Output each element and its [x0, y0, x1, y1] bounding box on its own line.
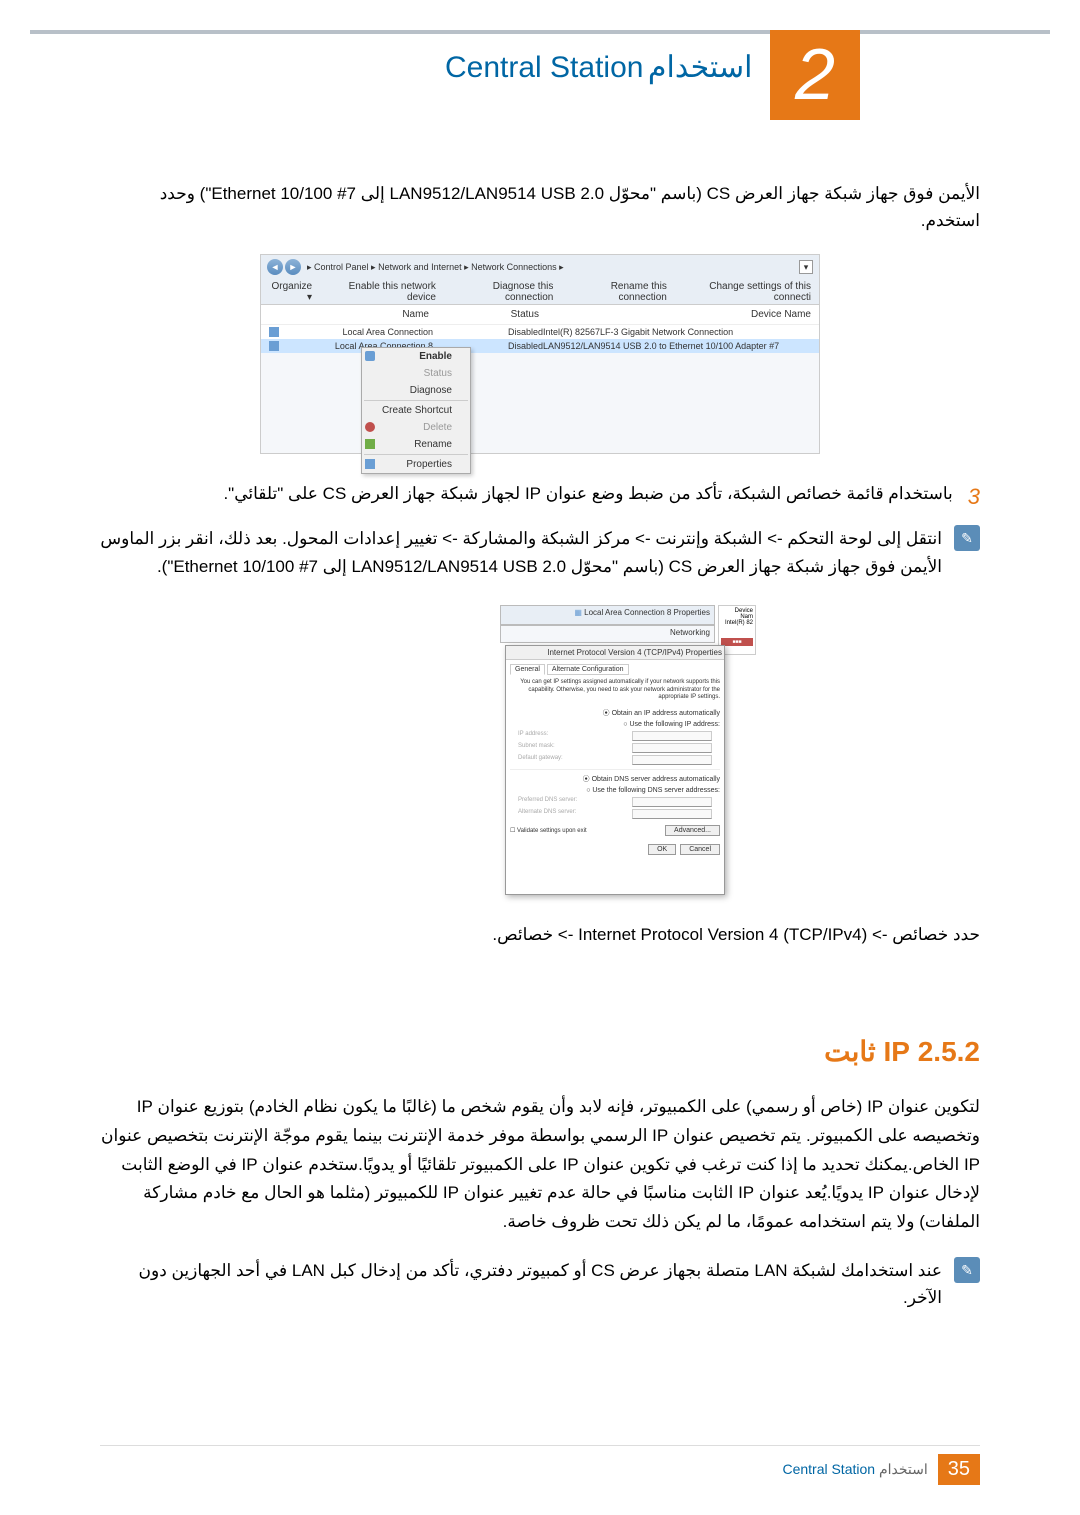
screenshot-ipv4-properties: ▦ Local Area Connection 8 Properties Net… — [500, 600, 750, 900]
change-settings-button[interactable]: Change settings of this connecti — [685, 281, 811, 303]
menu-enable[interactable]: Enable — [362, 348, 470, 365]
col-name: Name — [269, 309, 429, 320]
networking-tab[interactable]: Networking — [500, 625, 715, 643]
nav-arrows: ◄ ► — [267, 259, 301, 275]
delete-icon — [365, 422, 375, 432]
menu-status: Status — [362, 365, 470, 382]
network-icon — [269, 327, 279, 337]
note-box-1: ✎ انتقل إلى لوحة التحكم -> الشبكة وإنترن… — [100, 525, 980, 579]
diagnose-button[interactable]: Diagnose this connection — [454, 281, 553, 303]
page-footer: Central Station استخدام 35 — [100, 1445, 980, 1485]
chapter-number: 2 — [795, 34, 835, 116]
chapter-title: Central Station استخدام — [445, 50, 752, 85]
menu-rename[interactable]: Rename — [362, 436, 470, 453]
top-accent-bar — [30, 30, 1050, 34]
footer-ar: استخدام — [879, 1461, 928, 1477]
field-gateway: Default gateway: — [518, 755, 712, 765]
paragraph-select-properties: حدد خصائص -> Internet Protocol Version 4… — [100, 925, 980, 945]
field-subnet: Subnet mask: — [518, 743, 712, 753]
step-number: 3 — [968, 484, 980, 510]
tab-alternate[interactable]: Alternate Configuration — [547, 664, 629, 675]
props-window-title: ▦ Local Area Connection 8 Properties — [500, 605, 715, 625]
alt-dns-input — [632, 809, 712, 819]
radio-manual-dns[interactable]: Use the following DNS server addresses: — [510, 787, 720, 794]
cancel-button[interactable]: Cancel — [680, 844, 720, 855]
rename-button[interactable]: Rename this connection — [571, 281, 666, 303]
note-icon: ✎ — [954, 525, 980, 551]
organize-menu[interactable]: Organize ▾ — [269, 281, 312, 303]
note-box-2: ✎ عند استخدامك لشبكة LAN متصلة بجهاز عرض… — [100, 1257, 980, 1311]
ok-button[interactable]: OK — [648, 844, 676, 855]
section-body: لتكوين عنوان IP (خاص أو رسمي) على الكمبي… — [100, 1093, 980, 1237]
radio-manual-ip[interactable]: Use the following IP address: — [510, 721, 720, 728]
shield-icon — [365, 351, 375, 361]
context-menu: Enable Status Diagnose Create Shortcut D… — [361, 347, 471, 474]
advanced-button[interactable]: Advanced... — [665, 825, 720, 836]
menu-separator — [364, 454, 468, 455]
subnet-input — [632, 743, 712, 753]
menu-diagnose[interactable]: Diagnose — [362, 382, 470, 399]
step-3: 3 باستخدام قائمة خصائص الشبكة، تأكد من ض… — [100, 484, 980, 510]
dropdown-icon[interactable]: ▾ — [799, 260, 813, 274]
step-text: باستخدام قائمة خصائص الشبكة، تأكد من ضبط… — [100, 484, 953, 504]
page-number: 35 — [938, 1454, 980, 1485]
breadcrumb-text: ▸ Control Panel ▸ Network and Internet ▸… — [307, 262, 564, 273]
rename-icon — [365, 439, 375, 449]
network-icon — [269, 341, 279, 351]
section-heading: 2.5.2 IP ثابت — [100, 1035, 980, 1068]
radio-auto-dns[interactable]: Obtain DNS server address automatically — [510, 774, 720, 784]
back-icon[interactable]: ◄ — [267, 259, 283, 275]
forward-icon[interactable]: ► — [285, 259, 301, 275]
note-text: عند استخدامك لشبكة LAN متصلة بجهاز عرض C… — [100, 1257, 942, 1311]
properties-icon — [365, 459, 375, 469]
col-device: Device Name — [539, 309, 811, 320]
ip-input — [632, 731, 712, 741]
screenshot-network-connections: ◄ ► ▸ Control Panel ▸ Network and Intern… — [260, 254, 820, 454]
note-text: انتقل إلى لوحة التحكم -> الشبكة وإنترنت … — [100, 525, 942, 579]
row-device: LAN9512/LAN9514 USB 2.0 to Ethernet 10/1… — [543, 341, 779, 351]
chapter-title-en: Central Station — [445, 51, 643, 84]
col-status: Status — [429, 309, 539, 320]
row-name: Local Area Connection — [283, 327, 433, 337]
chapter-badge: 2 — [770, 30, 860, 120]
field-pref-dns: Preferred DNS server: — [518, 797, 712, 807]
gateway-input — [632, 755, 712, 765]
note-icon: ✎ — [954, 1257, 980, 1283]
field-alt-dns: Alternate DNS server: — [518, 809, 712, 819]
validate-checkbox[interactable]: ☐ Validate settings upon exit — [510, 827, 587, 834]
field-ip-address: IP address: — [518, 731, 712, 741]
menu-properties[interactable]: Properties — [362, 456, 470, 473]
side-device-name: Device Nam — [721, 608, 753, 620]
row-status: Disabled — [433, 327, 543, 337]
menu-create-shortcut[interactable]: Create Shortcut — [362, 402, 470, 419]
footer-en: Central Station — [782, 1461, 875, 1477]
paragraph-intro: الأيمن فوق جهاز شبكة جهاز العرض CS (باسم… — [130, 180, 980, 234]
ipv4-description: You can get IP settings assigned automat… — [510, 679, 720, 702]
radio-auto-ip[interactable]: Obtain an IP address automatically — [510, 708, 720, 718]
pref-dns-input — [632, 797, 712, 807]
row-device: Intel(R) 82567LF-3 Gigabit Network Conne… — [543, 327, 733, 337]
tab-general[interactable]: General — [510, 664, 545, 675]
menu-separator — [364, 400, 468, 401]
ipv4-dialog: Internet Protocol Version 4 (TCP/IPv4) P… — [505, 645, 725, 895]
table-row[interactable]: Local Area Connection 8 Disabled LAN9512… — [261, 339, 819, 353]
enable-device-button[interactable]: Enable this network device — [330, 281, 436, 303]
side-intel: Intel(R) 82 — [721, 620, 753, 626]
table-header: Name Status Device Name — [261, 305, 819, 325]
breadcrumb: ◄ ► ▸ Control Panel ▸ Network and Intern… — [261, 255, 819, 279]
chapter-title-ar: استخدام — [648, 51, 753, 84]
menu-delete: Delete — [362, 419, 470, 436]
toolbar: Organize ▾ Enable this network device Di… — [261, 279, 819, 305]
side-button[interactable]: ■■■ — [721, 638, 753, 646]
table-row[interactable]: Local Area Connection Disabled Intel(R) … — [261, 325, 819, 339]
ipv4-title: Internet Protocol Version 4 (TCP/IPv4) P… — [506, 646, 724, 660]
